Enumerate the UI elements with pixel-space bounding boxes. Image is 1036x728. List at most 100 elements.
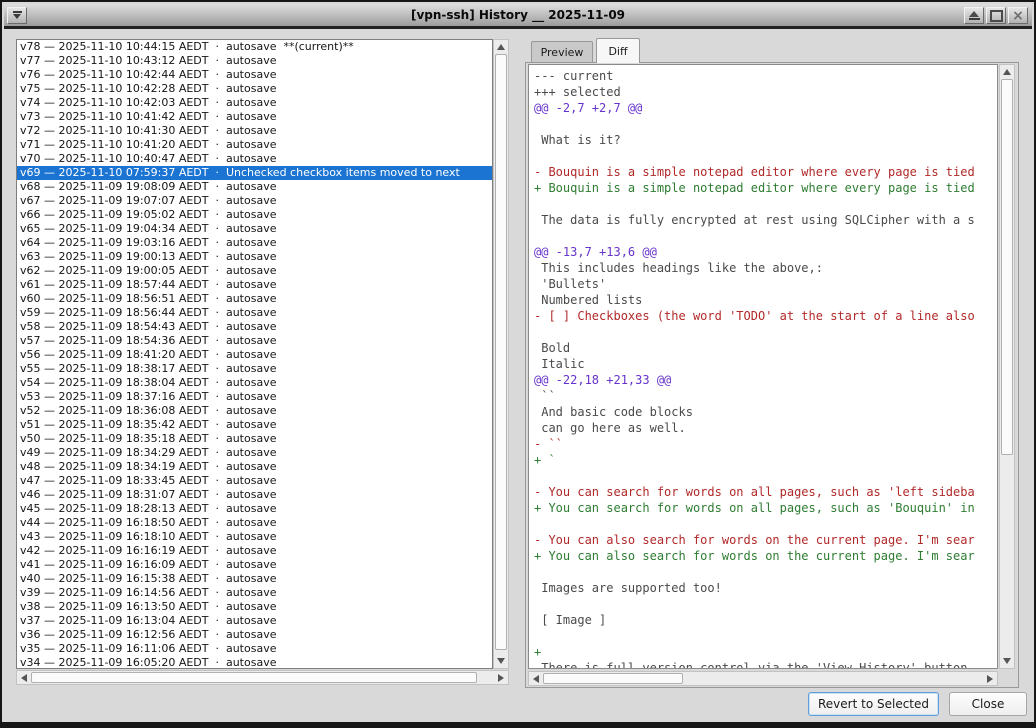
history-version-row[interactable]: v63 — 2025-11-09 19:00:13 AEDT · autosav… [17,250,492,264]
scroll-down-arrow-icon[interactable] [1003,658,1011,664]
shade-bar-icon [969,18,980,20]
history-version-row[interactable]: v49 — 2025-11-09 18:34:29 AEDT · autosav… [17,446,492,460]
diff-line: can go here as well. [534,420,997,436]
diff-horizontal-scrollbar[interactable] [528,671,998,686]
history-version-row[interactable]: v78 — 2025-11-10 10:44:15 AEDT · autosav… [17,40,492,54]
scrollbar-thumb[interactable] [495,54,507,650]
diff-line: `` [534,388,997,404]
history-version-row[interactable]: v40 — 2025-11-09 16:15:38 AEDT · autosav… [17,572,492,586]
diff-line [534,564,997,580]
history-version-row[interactable]: v50 — 2025-11-09 18:35:18 AEDT · autosav… [17,432,492,446]
scroll-right-arrow-icon[interactable] [498,674,504,682]
diff-vertical-scrollbar[interactable] [999,64,1015,669]
diff-line [534,148,997,164]
history-version-row[interactable]: v73 — 2025-11-10 10:41:42 AEDT · autosav… [17,110,492,124]
history-version-row[interactable]: v66 — 2025-11-09 19:05:02 AEDT · autosav… [17,208,492,222]
history-version-row[interactable]: v51 — 2025-11-09 18:35:42 AEDT · autosav… [17,418,492,432]
history-version-row[interactable]: v47 — 2025-11-09 18:33:45 AEDT · autosav… [17,474,492,488]
shade-button[interactable] [964,7,984,24]
history-version-row[interactable]: v65 — 2025-11-09 19:04:34 AEDT · autosav… [17,222,492,236]
scrollbar-thumb[interactable] [31,672,477,683]
scrollbar-thumb[interactable] [543,673,683,684]
history-version-row[interactable]: v34 — 2025-11-09 16:05:20 AEDT · autosav… [17,656,492,669]
diff-line [534,596,997,612]
diff-line: --- current [534,68,997,84]
scroll-left-arrow-icon[interactable] [533,675,539,683]
history-version-row[interactable]: v54 — 2025-11-09 18:38:04 AEDT · autosav… [17,376,492,390]
window-frame: [vpn-ssh] History __ 2025-11-09 × v78 — … [0,0,1036,728]
history-version-row[interactable]: v72 — 2025-11-10 10:41:30 AEDT · autosav… [17,124,492,138]
diff-line: Numbered lists [534,292,997,308]
diff-line: + You can search for words on all pages,… [534,500,997,516]
diff-text-area[interactable]: --- current +++ selected @@ -2,7 +2,7 @@… [528,64,998,669]
diff-line: @@ -13,7 +13,6 @@ [534,244,997,260]
history-version-row[interactable]: v75 — 2025-11-10 10:42:28 AEDT · autosav… [17,82,492,96]
close-button[interactable]: Close [949,692,1027,716]
diff-line: The data is fully encrypted at rest usin… [534,212,997,228]
close-x-icon: × [1012,9,1024,23]
history-version-row[interactable]: v39 — 2025-11-09 16:14:56 AEDT · autosav… [17,586,492,600]
history-version-row[interactable]: v58 — 2025-11-09 18:54:43 AEDT · autosav… [17,320,492,334]
history-version-row[interactable]: v61 — 2025-11-09 18:57:44 AEDT · autosav… [17,278,492,292]
history-vertical-scrollbar[interactable] [493,39,509,669]
history-version-row[interactable]: v48 — 2025-11-09 18:34:19 AEDT · autosav… [17,460,492,474]
history-version-row[interactable]: v53 — 2025-11-09 18:37:16 AEDT · autosav… [17,390,492,404]
history-version-row[interactable]: v67 — 2025-11-09 19:07:07 AEDT · autosav… [17,194,492,208]
scroll-up-arrow-icon[interactable] [1003,69,1011,75]
history-version-row[interactable]: v41 — 2025-11-09 16:16:09 AEDT · autosav… [17,558,492,572]
scrollbar-thumb[interactable] [1001,79,1013,455]
maximize-button[interactable] [986,7,1006,24]
diff-line: @@ -2,7 +2,7 @@ [534,100,997,116]
diff-line: - You can also search for words on the c… [534,532,997,548]
history-version-row[interactable]: v59 — 2025-11-09 18:56:44 AEDT · autosav… [17,306,492,320]
close-window-button[interactable]: × [1008,7,1028,24]
titlebar[interactable]: [vpn-ssh] History __ 2025-11-09 × [4,4,1032,29]
diff-line: @@ -22,18 +21,33 @@ [534,372,997,388]
history-version-row[interactable]: v55 — 2025-11-09 18:38:17 AEDT · autosav… [17,362,492,376]
history-version-row[interactable]: v44 — 2025-11-09 16:18:50 AEDT · autosav… [17,516,492,530]
history-version-row[interactable]: v56 — 2025-11-09 18:41:20 AEDT · autosav… [17,348,492,362]
scroll-left-arrow-icon[interactable] [21,674,27,682]
history-version-row[interactable]: v71 — 2025-11-10 10:41:20 AEDT · autosav… [17,138,492,152]
history-version-row[interactable]: v35 — 2025-11-09 16:11:06 AEDT · autosav… [17,642,492,656]
history-version-row[interactable]: v42 — 2025-11-09 16:16:19 AEDT · autosav… [17,544,492,558]
history-version-row[interactable]: v46 — 2025-11-09 18:31:07 AEDT · autosav… [17,488,492,502]
scroll-up-arrow-icon[interactable] [497,44,505,50]
history-version-row[interactable]: v57 — 2025-11-09 18:54:36 AEDT · autosav… [17,334,492,348]
diff-line: + [534,644,997,660]
revert-to-selected-button[interactable]: Revert to Selected [808,692,939,716]
diff-line: +++ selected [534,84,997,100]
tab-preview[interactable]: Preview [531,41,593,63]
titlebar-buttons: × [964,7,1028,24]
history-version-row[interactable]: v45 — 2025-11-09 18:28:13 AEDT · autosav… [17,502,492,516]
history-version-row[interactable]: v76 — 2025-11-10 10:42:44 AEDT · autosav… [17,68,492,82]
scroll-down-arrow-icon[interactable] [497,658,505,664]
history-version-row[interactable]: v37 — 2025-11-09 16:13:04 AEDT · autosav… [17,614,492,628]
history-version-row[interactable]: v62 — 2025-11-09 19:00:05 AEDT · autosav… [17,264,492,278]
history-version-row[interactable]: v38 — 2025-11-09 16:13:50 AEDT · autosav… [17,600,492,614]
diff-line: - [ ] Checkboxes (the word 'TODO' at the… [534,308,997,324]
history-version-row[interactable]: v60 — 2025-11-09 18:56:51 AEDT · autosav… [17,292,492,306]
diff-line: - You can search for words on all pages,… [534,484,997,500]
history-version-row[interactable]: v43 — 2025-11-09 16:18:10 AEDT · autosav… [17,530,492,544]
diff-line [534,628,997,644]
diff-line: There is full version control via the 'V… [534,660,997,669]
history-version-row[interactable]: v77 — 2025-11-10 10:43:12 AEDT · autosav… [17,54,492,68]
diff-line: + Bouquin is a simple notepad editor whe… [534,180,997,196]
history-version-row[interactable]: v69 — 2025-11-10 07:59:37 AEDT · Uncheck… [17,166,492,180]
tab-diff[interactable]: Diff [596,38,640,63]
diff-line: - Bouquin is a simple notepad editor whe… [534,164,997,180]
history-version-row[interactable]: v70 — 2025-11-10 10:40:47 AEDT · autosav… [17,152,492,166]
history-version-row[interactable]: v68 — 2025-11-09 19:08:09 AEDT · autosav… [17,180,492,194]
history-version-row[interactable]: v74 — 2025-11-10 10:42:03 AEDT · autosav… [17,96,492,110]
diff-line [534,468,997,484]
history-version-row[interactable]: v52 — 2025-11-09 18:36:08 AEDT · autosav… [17,404,492,418]
diff-line: Images are supported too! [534,580,997,596]
history-version-row[interactable]: v64 — 2025-11-09 19:03:16 AEDT · autosav… [17,236,492,250]
history-horizontal-scrollbar[interactable] [16,670,509,685]
history-version-row[interactable]: v36 — 2025-11-09 16:12:56 AEDT · autosav… [17,628,492,642]
diff-line [534,116,997,132]
scroll-right-arrow-icon[interactable] [987,675,993,683]
diff-line: + ` [534,452,997,468]
history-version-list[interactable]: v78 — 2025-11-10 10:44:15 AEDT · autosav… [16,39,493,669]
